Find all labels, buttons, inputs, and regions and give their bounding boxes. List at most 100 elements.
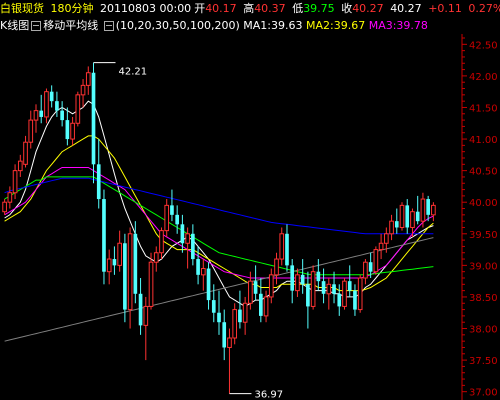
candle-body-down (285, 233, 289, 266)
candle-body-up (410, 211, 415, 228)
ma-line-ma5 (4, 177, 434, 235)
candle-body-down (49, 91, 54, 102)
candle-body-down (238, 309, 242, 323)
candle-body-down (290, 265, 295, 291)
candle-body-up (23, 141, 28, 165)
candle-body-up (12, 170, 18, 194)
candle-body-up (28, 119, 34, 143)
candle-body-down (253, 281, 258, 294)
candle-body-down (102, 199, 106, 272)
candle-body-up (326, 283, 332, 295)
candle-body-down (353, 290, 357, 310)
candle-body-down (211, 300, 216, 313)
y-tick-label: 42.00 (469, 72, 498, 83)
candle-body-down (394, 221, 399, 228)
candle-body-up (363, 261, 368, 279)
y-tick-label: 37.50 (469, 356, 498, 367)
candle-body-down (217, 312, 221, 323)
candle-body-up (263, 296, 269, 317)
candle-body-down (321, 281, 326, 294)
candle-body-up (248, 280, 253, 304)
candle-body-up (310, 271, 316, 307)
candle-body-down (180, 224, 185, 244)
y-tick-label: 38.50 (469, 293, 498, 304)
candle-body-up (399, 204, 405, 228)
candle-body-up (164, 204, 170, 232)
candle-body-down (337, 293, 342, 307)
candle-body-down (55, 101, 59, 111)
candle-body-down (96, 164, 101, 200)
y-tick-label: 42.50 (469, 40, 498, 51)
candle-body-up (295, 274, 300, 292)
candle-body-up (378, 242, 384, 251)
candle-body-down (138, 293, 143, 326)
candle-body-down (222, 322, 227, 348)
candle-body-up (17, 160, 23, 172)
candlestick-chart[interactable]: 42.50 42.00 41.50 41.00 40.50 40.00 39.50 39.00… (0, 0, 500, 400)
candle-body-up (357, 277, 363, 311)
candle-body-up (268, 274, 274, 298)
candle-body-down (306, 284, 310, 307)
candle-body-up (7, 192, 13, 203)
candle-body-down (206, 268, 211, 301)
candle-body-up (85, 72, 91, 86)
candle-body-up (70, 122, 75, 140)
low-label: 36.97 (254, 390, 283, 400)
candle-body-down (196, 259, 200, 275)
candle-body-up (2, 201, 7, 213)
candle-body-down (405, 205, 410, 228)
candle-body-down (259, 293, 263, 316)
candle-body-up (242, 302, 248, 323)
y-tick-label: 40.50 (469, 167, 498, 178)
candle-body-down (316, 271, 321, 282)
candle-body-up (232, 309, 238, 339)
candle-body-down (39, 110, 44, 117)
candle-body-down (415, 211, 420, 222)
y-tick-label: 40.00 (469, 198, 498, 209)
candle-body-up (431, 204, 436, 216)
y-tick-label: 39.00 (469, 261, 498, 272)
candle-body-up (342, 280, 347, 307)
candle-body-up (159, 230, 164, 254)
candle-body-down (175, 214, 179, 225)
y-tick-label: 37.00 (469, 388, 498, 399)
y-tick-label: 41.00 (469, 135, 498, 146)
candle-body-up (148, 261, 154, 307)
candle-body-down (332, 284, 336, 294)
candle-body-up (153, 252, 159, 263)
candle-body-up (117, 242, 122, 266)
candle-body-up (274, 258, 279, 276)
candle-body-up (75, 94, 81, 124)
candle-body-down (191, 233, 195, 260)
candle-body-down (426, 199, 430, 215)
candle-body-down (133, 233, 138, 294)
candle-body-up (33, 110, 39, 121)
y-tick-label: 41.50 (469, 103, 498, 114)
candle-body-up (185, 233, 190, 244)
candle-body-up (373, 249, 379, 273)
candle-body-up (127, 233, 133, 311)
candle-body-up (383, 233, 389, 244)
high-label: 42.21 (119, 67, 148, 78)
candle-body-up (420, 198, 426, 222)
candle-body-up (106, 258, 112, 273)
ma-line-ma3 (4, 167, 434, 279)
candle-body-down (60, 110, 64, 121)
candle-body-down (91, 72, 96, 165)
candle-body-up (279, 233, 285, 260)
candle-body-up (200, 268, 206, 276)
candle-body-down (170, 205, 174, 215)
candle-body-up (227, 337, 232, 348)
candle-body-up (44, 91, 49, 118)
candle-body-up (143, 305, 149, 326)
candle-body-down (300, 274, 305, 285)
candle-body-down (65, 120, 70, 140)
candle-body-up (389, 220, 394, 235)
y-tick-label: 38.00 (469, 325, 498, 336)
y-tick-label: 39.50 (469, 230, 498, 241)
candle-body-down (347, 281, 352, 291)
ma-line-ma4 (4, 176, 434, 276)
candle-body-up (80, 84, 86, 96)
candle-body-down (123, 243, 127, 310)
candle-body-down (368, 262, 373, 272)
